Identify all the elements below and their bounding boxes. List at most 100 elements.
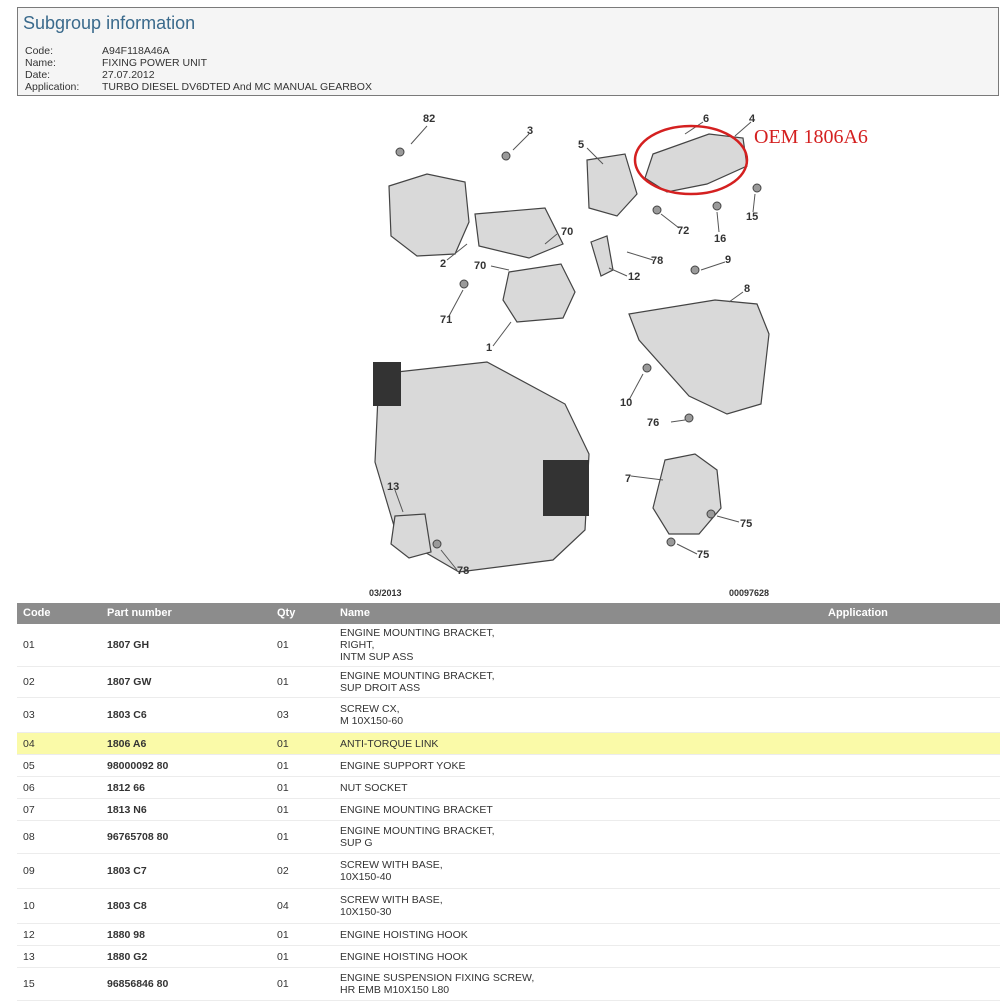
subgroup-title: Subgroup information: [23, 13, 196, 33]
bolt-75-a: [706, 509, 716, 519]
info-label: Application:: [25, 81, 80, 93]
table-row[interactable]: 09 1803 C7 02 SCREW WITH BASE, 10X150-40: [17, 854, 1000, 889]
left-gutter: [0, 96, 17, 1000]
part-bracket-upper: [474, 207, 564, 259]
cell-name: ENGINE HOISTING HOOK: [340, 928, 468, 941]
table-row[interactable]: 10 1803 C8 04 SCREW WITH BASE, 10X150-30: [17, 889, 1000, 924]
callout-label-4: 4: [749, 113, 756, 125]
leader-70b: [490, 265, 510, 271]
callout-label-13: 13: [387, 481, 399, 493]
table-row[interactable]: 05 98000092 80 01 ENGINE SUPPORT YOKE: [17, 755, 1000, 777]
table-row[interactable]: 15 96856846 80 01 ENGINE SUSPENSION FIXING …: [17, 968, 1000, 1001]
cell-code: 01: [23, 639, 35, 651]
callout-label-71: 71: [440, 314, 452, 326]
callout-label-76: 76: [647, 417, 659, 429]
cell-code: 04: [23, 737, 35, 750]
leader-12: [608, 267, 628, 277]
cell-part-number: 1807 GH: [107, 639, 150, 651]
header-code[interactable]: Code: [23, 607, 51, 619]
table-row[interactable]: 07 1813 N6 01 ENGINE MOUNTING BRACKET: [17, 799, 1000, 821]
bolt-72: [652, 205, 662, 215]
callout-label-5: 5: [578, 139, 584, 151]
cell-name: ENGINE MOUNTING BRACKET, SUP DROIT ASS: [340, 670, 495, 694]
leader-82: [410, 125, 428, 145]
callout-label-78: 78: [651, 255, 663, 267]
leader-71: [448, 289, 464, 317]
callout-label-82: 82: [423, 113, 435, 125]
leader-7: [630, 475, 664, 481]
callout-label-70a: 70: [561, 226, 573, 238]
cell-code: 02: [23, 676, 35, 688]
info-label: Code:: [25, 45, 54, 57]
parts-table: Code Part number Qty Name Application 01…: [17, 603, 1000, 1001]
cell-part-number: 1807 GW: [107, 676, 152, 688]
cell-qty: 01: [277, 759, 289, 772]
table-row[interactable]: 02 1807 GW 01 ENGINE MOUNTING BRACKET, SUP …: [17, 667, 1000, 698]
cell-part-number: 1813 N6: [107, 803, 147, 816]
cell-qty: 01: [277, 978, 289, 990]
info-row-code: Code: A94F118A46A: [25, 45, 170, 57]
leader-9: [700, 261, 726, 271]
table-row[interactable]: 06 1812 66 01 NUT SOCKET: [17, 777, 1000, 799]
callout-label-6: 6: [703, 113, 709, 125]
cell-qty: 01: [277, 928, 289, 941]
header-name[interactable]: Name: [340, 607, 370, 619]
diagram-date-code: 03/2013: [369, 588, 402, 598]
table-row[interactable]: 08 96765708 80 01 ENGINE MOUNTING BRACKET, …: [17, 821, 1000, 854]
leader-75b: [676, 543, 698, 555]
cell-name: ENGINE MOUNTING BRACKET, SUP G: [340, 825, 495, 849]
info-value: 27.07.2012: [102, 69, 155, 81]
header-application[interactable]: Application: [828, 607, 888, 619]
cell-name: SCREW CX, M 10X150-60: [340, 703, 404, 727]
cell-part-number: 1806 A6: [107, 737, 147, 750]
bolt-71: [459, 279, 469, 289]
part-bracket-7: [652, 453, 722, 535]
part-pad-right: [543, 460, 589, 516]
part-mount-center: [502, 263, 576, 323]
table-row[interactable]: 01 1807 GH 01 ENGINE MOUNTING BRACKET, RIGH…: [17, 624, 1000, 667]
header-part-number[interactable]: Part number: [107, 607, 172, 619]
table-row[interactable]: 03 1803 C6 03 SCREW CX, M 10X150-60: [17, 698, 1000, 733]
leader-75a: [716, 515, 740, 523]
bolt-9: [690, 265, 700, 275]
cell-part-number: 1812 66: [107, 781, 145, 794]
cell-name: ANTI-TORQUE LINK: [340, 737, 439, 750]
cell-code: 13: [23, 950, 35, 963]
info-value: A94F118A46A: [102, 45, 170, 57]
part-engine-bracket-left: [388, 173, 470, 257]
callout-label-15: 15: [746, 211, 758, 223]
callout-label-10: 10: [620, 397, 632, 409]
callout-label-3: 3: [527, 125, 533, 137]
diagram-drawing: 82 3 6 4 5 15 72 16 2 70 70 78 12 9 71 8…: [369, 113, 770, 598]
cell-code: 12: [23, 928, 35, 941]
cell-name: ENGINE SUPPORT YOKE: [340, 759, 466, 772]
callout-label-2: 2: [440, 258, 446, 270]
cell-qty: 01: [277, 803, 289, 816]
bolt-75-b: [666, 537, 676, 547]
cell-name: NUT SOCKET: [340, 781, 408, 794]
header-qty[interactable]: Qty: [277, 607, 295, 619]
callout-label-72: 72: [677, 225, 689, 237]
cell-part-number: 96856846 80: [107, 978, 169, 990]
info-value: FIXING POWER UNIT: [102, 57, 207, 69]
table-row[interactable]: 13 1880 G2 01 ENGINE HOISTING HOOK: [17, 946, 1000, 968]
part-pad-left: [373, 362, 401, 406]
cell-name: ENGINE SUSPENSION FIXING SCREW, HR EMB M…: [340, 972, 535, 996]
cell-part-number: 1803 C6: [107, 709, 147, 721]
bolt-78-lower: [432, 539, 442, 549]
leader-16: [716, 211, 720, 233]
cell-code: 08: [23, 831, 35, 843]
callout-label-12: 12: [628, 271, 640, 283]
cell-code: 05: [23, 759, 35, 772]
cell-code: 15: [23, 978, 35, 990]
part-hook-12: [590, 235, 614, 277]
table-row[interactable]: 12 1880 98 01 ENGINE HOISTING HOOK: [17, 924, 1000, 946]
leader-6: [684, 121, 704, 135]
cell-code: 07: [23, 803, 35, 816]
part-hook-13: [390, 513, 432, 559]
cell-qty: 03: [277, 709, 289, 721]
table-header: Code Part number Qty Name Application: [17, 603, 1000, 624]
table-row-highlighted[interactable]: 04 1806 A6 01 ANTI-TORQUE LINK: [17, 733, 1000, 755]
leader-1: [492, 321, 512, 347]
bolt-3: [501, 151, 511, 161]
